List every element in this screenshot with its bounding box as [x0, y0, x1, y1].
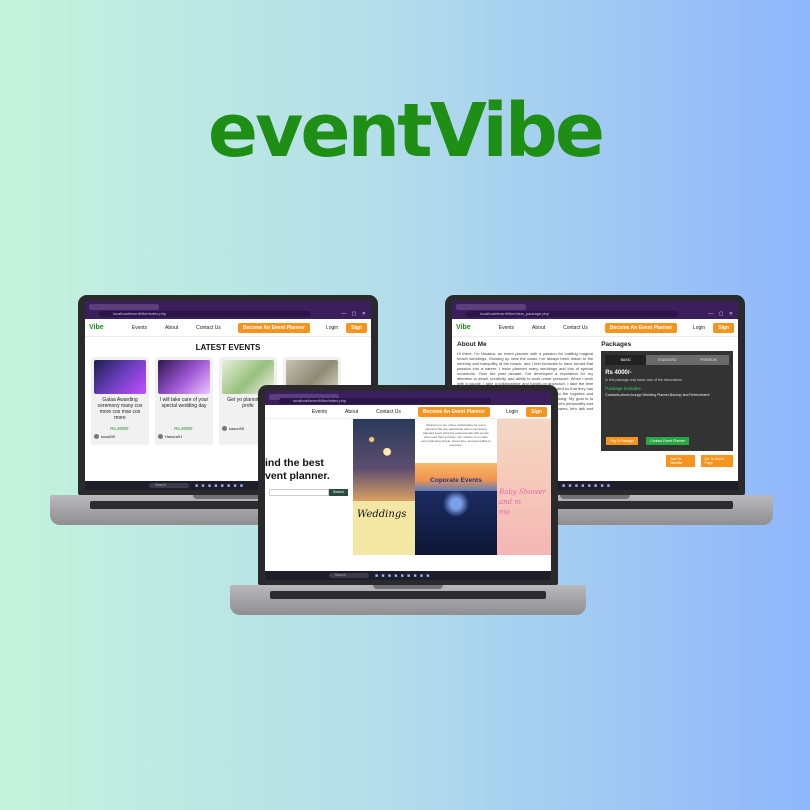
hero-section: ind the best vent planner. Search Weddin… [265, 419, 551, 555]
login-link[interactable]: Login [693, 325, 705, 331]
event-card[interactable]: I will take care of your special wedding… [155, 357, 213, 445]
nav-contact[interactable]: Contact Us [563, 325, 588, 331]
event-title: Galaa Awarding ceremony many cos more co… [97, 397, 143, 421]
about-heading: About Me [457, 341, 487, 348]
taskbar-app-icons[interactable]: ■ ■ ■ ■ ■ ■ ■ ■ [195, 483, 244, 489]
package-actions: Pay & Package Contact Event Planner [606, 437, 690, 445]
event-planner-user: Hasura01 [158, 434, 210, 439]
baby-shower-tile[interactable]: Baby Shower and m mo [497, 419, 551, 555]
hero-search-panel: ind the best vent planner. Search [265, 419, 353, 555]
home-page-button[interactable]: Go To Home Page [700, 455, 733, 467]
search-input[interactable] [269, 489, 329, 496]
weddings-label: Weddings [353, 501, 415, 555]
add-wishlist-button[interactable]: Add To Wishlist [666, 455, 695, 467]
search-button[interactable]: Search [329, 489, 349, 496]
tab-premium[interactable]: PREMIUM [687, 355, 729, 365]
site-logo[interactable]: Vibe [89, 324, 104, 331]
event-image [94, 360, 146, 394]
address-bar[interactable]: localhost/eventVibe/index.php [279, 398, 491, 404]
brand-logo: eventVibe [207, 88, 605, 174]
baby-shower-line3: mo [499, 508, 510, 516]
keyboard [270, 591, 546, 599]
event-price: Rs.4000/- [110, 426, 130, 431]
center-laptop-lid: localhost/eventVibe/index.php Events Abo… [258, 385, 558, 585]
event-image [158, 360, 210, 394]
center-laptop-base [230, 585, 586, 615]
corporate-label: Coporate Events [415, 463, 497, 491]
os-taskbar: Search ■ ■ ■ ■ ■ ■ ■ ■ ■ [265, 571, 551, 580]
browser-chrome: localhost/eventVibe/index.php [265, 391, 551, 405]
page-actions: Add To Wishlist Go To Home Page [666, 455, 733, 467]
baby-shower-line1: Baby Shower [499, 488, 546, 496]
browser-tab[interactable] [456, 304, 526, 310]
become-planner-button[interactable]: Become An Event Planner [417, 406, 490, 417]
corporate-photo [415, 491, 497, 555]
login-link[interactable]: Login [326, 325, 338, 331]
contact-planner-button[interactable]: Contact Event Planner [646, 437, 690, 445]
package-includes-label: Package Includes [605, 386, 641, 391]
wedding-photo [353, 419, 415, 501]
hero-search: Search [269, 489, 353, 496]
package-panel: BASIC STANDARD PREMIUM Rs 4000/- In this… [601, 351, 733, 451]
tab-standard[interactable]: STANDARD [646, 355, 688, 365]
hero-headline-line1: ind the best [265, 457, 324, 469]
window-controls[interactable]: — ▢ ✕ [708, 311, 735, 317]
packages-heading: Packages [601, 341, 632, 348]
signup-button[interactable]: Sign [713, 322, 734, 333]
site-navbar: Vibe Events About Contact Us Become An E… [452, 319, 738, 337]
baby-shower-line2: and m [499, 498, 522, 506]
address-bar[interactable]: localhost/eventVibe/view_package.php [466, 311, 678, 317]
nav-about[interactable]: About [165, 325, 178, 331]
hero-headline-line2: vent planner. [265, 470, 330, 482]
browser-chrome: localhost/eventVibe/view_package.php — ▢… [452, 301, 738, 319]
package-tabs: BASIC STANDARD PREMIUM [605, 355, 729, 365]
login-link[interactable]: Login [506, 409, 518, 415]
package-includes-list: Cocktails,dinner,lounge,Wedding Planner,… [605, 393, 710, 397]
nav-events[interactable]: Events [499, 325, 514, 331]
event-price: Rs.4000/- [174, 426, 194, 431]
nav-about[interactable]: About [532, 325, 545, 331]
become-planner-button[interactable]: Become An Event Planner [604, 322, 677, 333]
trackpad-notch [373, 585, 443, 589]
nav-about[interactable]: About [345, 409, 358, 415]
taskbar-app-icons[interactable]: ■ ■ ■ ■ ■ ■ ■ ■ ■ [375, 573, 430, 579]
nav-events[interactable]: Events [312, 409, 327, 415]
trackpad-notch [193, 495, 263, 499]
event-title: I will take care of your special wedding… [159, 397, 209, 409]
site-logo[interactable]: Vibe [456, 324, 471, 331]
become-planner-button[interactable]: Become An Event Planner [237, 322, 310, 333]
signup-button[interactable]: Sign [346, 322, 367, 333]
site-navbar: Vibe Events About Contact Us Become An E… [85, 319, 371, 337]
event-card[interactable]: Galaa Awarding ceremony many cos more co… [91, 357, 149, 445]
taskbar-search[interactable]: Search [329, 573, 369, 578]
nav-contact[interactable]: Contact Us [196, 325, 221, 331]
package-note: In this package only basic care of the d… [605, 378, 682, 382]
package-price: Rs 4000/- [605, 370, 632, 376]
pay-package-button[interactable]: Pay & Package [606, 437, 639, 445]
window-controls[interactable]: — ▢ ✕ [341, 311, 368, 317]
site-navbar: Events About Contact Us Become An Event … [265, 405, 551, 419]
browser-chrome: localhost/eventVibe/index.php — ▢ ✕ [85, 301, 371, 319]
nav-contact[interactable]: Contact Us [376, 409, 401, 415]
nav-events[interactable]: Events [132, 325, 147, 331]
welcome-text: Welcome to our online marketplace for ev… [415, 419, 497, 463]
latest-events-title: LATEST EVENTS [195, 343, 261, 352]
event-planner-user: kusal95 [94, 434, 146, 439]
taskbar-search[interactable]: Search [149, 483, 189, 488]
signup-button[interactable]: Sign [526, 406, 547, 417]
packages-column: Packages BASIC STANDARD PREMIUM Rs 4000/… [601, 341, 733, 467]
center-screen: localhost/eventVibe/index.php Events Abo… [265, 391, 551, 580]
trackpad-notch [560, 495, 630, 499]
baby-shower-label: Baby Shower and m mo [499, 487, 546, 517]
address-bar[interactable]: localhost/eventVibe/index.php [99, 311, 311, 317]
corporate-tile[interactable]: Welcome to our online marketplace for ev… [415, 419, 497, 555]
tab-basic[interactable]: BASIC [605, 355, 647, 365]
taskbar-app-icons[interactable]: ■ ■ ■ ■ ■ ■ ■ ■ [562, 483, 611, 489]
weddings-tile[interactable]: Weddings [353, 419, 415, 555]
browser-tab[interactable] [89, 304, 159, 310]
center-laptop: localhost/eventVibe/index.php Events Abo… [230, 385, 586, 615]
